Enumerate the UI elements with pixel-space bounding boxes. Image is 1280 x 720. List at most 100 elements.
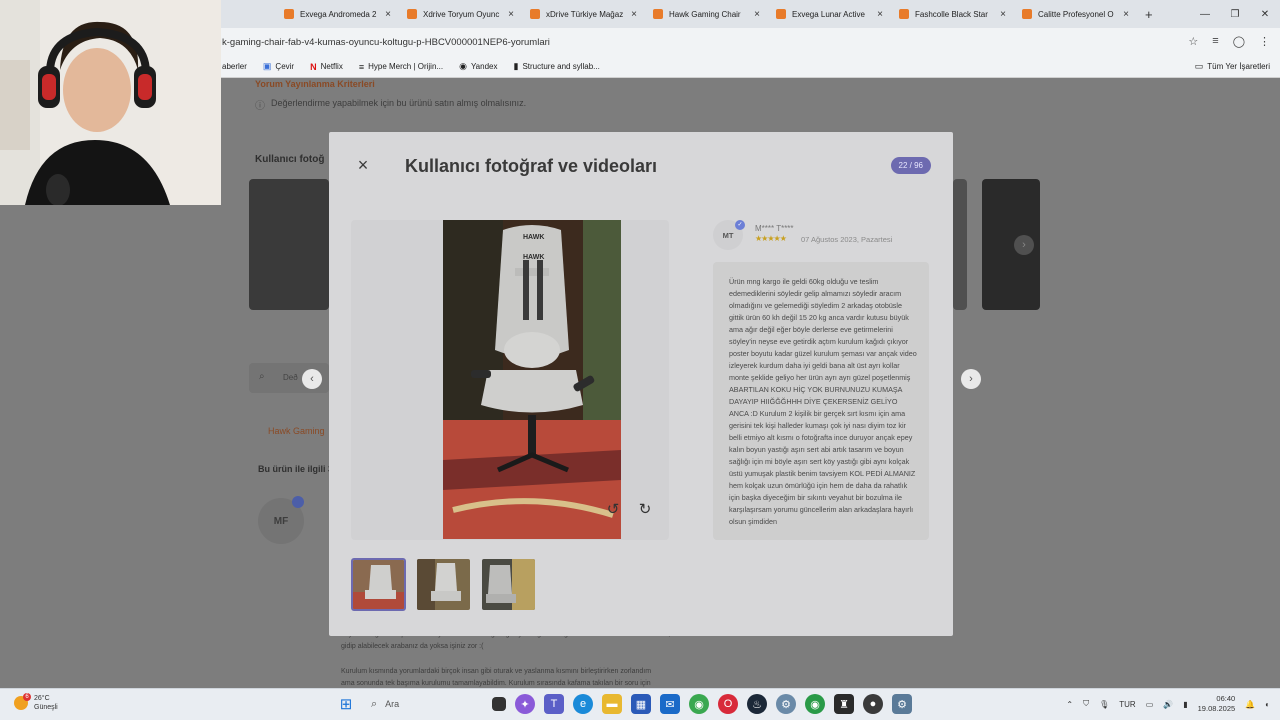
photo-brand-label: HAWK <box>523 254 545 261</box>
close-icon[interactable]: × <box>354 156 372 174</box>
gallery-next-icon[interactable]: › <box>1014 235 1034 255</box>
address-bar-actions: ☆ ≡ ◯ ⋮ <box>1188 35 1270 48</box>
reviewer-name: M**** T**** <box>755 224 794 233</box>
chevron-up-icon[interactable]: ⌃ <box>1066 700 1073 709</box>
hepsiburada-icon <box>1022 9 1032 19</box>
thumbnail-selected[interactable] <box>351 558 406 611</box>
bookmark-item[interactable]: aberler <box>222 62 247 71</box>
restore-icon[interactable]: ❐ <box>1220 9 1250 20</box>
close-tab-icon[interactable]: × <box>508 9 514 20</box>
thumbnail-image <box>482 559 535 610</box>
brand-chip[interactable]: Hawk Gaming <box>268 426 325 436</box>
photos-section-title: Kullanıcı fotoğ <box>255 154 325 165</box>
edge-icon[interactable]: e <box>573 694 593 714</box>
next-arrow-icon[interactable]: › <box>961 369 981 389</box>
clock-date: 19.08.2025 <box>1197 704 1236 713</box>
taskbar-search[interactable]: ⌕ Ara <box>365 693 483 715</box>
rotate-right-icon[interactable]: ↻ <box>637 502 653 518</box>
profile-icon[interactable]: ◯ <box>1233 35 1245 48</box>
recorder-icon[interactable]: ● <box>863 694 883 714</box>
weather-widget[interactable]: 6 26°C Güneşli <box>14 693 58 712</box>
review-text: Ürün mng kargo ile geldi 60kg olduğu ve … <box>729 277 917 526</box>
close-tab-icon[interactable]: × <box>631 9 637 20</box>
tab-6[interactable]: Exvega Lunar Active × <box>768 0 891 28</box>
start-icon[interactable]: ⊞ <box>336 694 356 714</box>
criteria-text: Değerlendirme yapabilmek için bu ürünü s… <box>271 98 527 108</box>
star-icon[interactable]: ☆ <box>1188 35 1198 48</box>
review-photo: HAWK HAWK <box>443 220 621 539</box>
microphone-icon[interactable]: 🎙 <box>1099 700 1109 709</box>
tab-4[interactable]: xDrive Türkiye Mağaz × <box>522 0 645 28</box>
store-icon[interactable]: ▦ <box>631 694 651 714</box>
opera-icon[interactable]: O <box>718 694 738 714</box>
search-placeholder: Ara <box>385 699 400 709</box>
bookmark-label: Structure and syllab... <box>522 62 600 71</box>
previous-arrow-icon[interactable]: ‹ <box>302 369 322 389</box>
security-icon[interactable]: ⛉ <box>1083 699 1089 709</box>
media-counter-badge: 22 / 96 <box>890 157 931 174</box>
mail-icon[interactable]: ✉ <box>660 694 680 714</box>
info-icon: ⓘ <box>255 101 265 112</box>
steam-icon[interactable]: ♨ <box>747 694 767 714</box>
tab-3[interactable]: Xdrive Toryum Oyunc × <box>399 0 522 28</box>
review-date: 07 Ağustos 2023, Pazartesi <box>801 235 893 244</box>
bookmark-item[interactable]: ▣ Çevir <box>263 61 294 72</box>
settings-gear-icon[interactable]: ⚙ <box>776 694 796 714</box>
review-text-line: gidip alabilecek arabanız da yoksa işini… <box>341 643 484 650</box>
bookmark-label: Çevir <box>275 62 295 71</box>
game-icon[interactable]: ♜ <box>834 694 854 714</box>
tab-label: xDrive Türkiye Mağaz <box>546 9 624 19</box>
new-tab-button[interactable]: + <box>1145 7 1153 22</box>
tab-2[interactable]: Exvega Andromeda 2 × <box>276 0 399 28</box>
settings-icon[interactable]: ⚙ <box>892 694 912 714</box>
tab-8[interactable]: Calitte Profesyonel O × <box>1014 0 1137 28</box>
copilot-tray-icon[interactable]: ◐ <box>1265 700 1270 709</box>
bookmark-item[interactable]: N Netflix <box>310 62 343 72</box>
bookmark-label: Hype Merch | Orijin... <box>368 62 444 71</box>
chrome-active-icon[interactable]: ◉ <box>805 694 825 714</box>
media-icon[interactable]: ≡ <box>1212 35 1218 48</box>
close-tab-icon[interactable]: × <box>1123 9 1129 20</box>
thumbnail[interactable] <box>416 558 471 611</box>
file-explorer-icon[interactable]: ▬ <box>602 694 622 714</box>
all-bookmarks-label: Tüm Yer İşaretleri <box>1207 62 1270 71</box>
verified-icon: ✓ <box>735 220 745 230</box>
tab-label: Xdrive Toryum Oyunc <box>423 9 500 19</box>
language-indicator[interactable]: TUR <box>1119 700 1135 709</box>
network-icon[interactable]: ▭ <box>1146 700 1154 709</box>
thumbnail-image <box>353 560 404 609</box>
notification-bell-icon[interactable]: 🔔 <box>1245 700 1255 709</box>
chrome-icon[interactable]: ◉ <box>689 694 709 714</box>
rotate-left-icon[interactable]: ↺ <box>605 502 621 518</box>
gallery-thumb[interactable] <box>249 179 329 310</box>
bookmark-item[interactable]: ≡ Hype Merch | Orijin... <box>359 62 443 72</box>
volume-icon[interactable]: 🔊 <box>1163 700 1173 709</box>
battery-icon[interactable]: ▮ <box>1183 700 1187 709</box>
all-bookmarks[interactable]: ▭ Tüm Yer İşaretleri <box>1195 61 1270 72</box>
gallery-thumb[interactable] <box>953 179 967 310</box>
taskbar-apps: ⊞ ⌕ Ara ✦ T e ▬ ▦ ✉ ◉ O ♨ ⚙ ◉ ♜ ● ⚙ <box>336 693 912 715</box>
tab-5[interactable]: Hawk Gaming Chair × <box>645 0 768 28</box>
menu-icon[interactable]: ⋮ <box>1259 35 1270 48</box>
system-tray: ⌃ ⛉ 🎙 TUR ▭ 🔊 ▮ 06:40 19.08.2025 🔔 ◐ <box>1066 694 1270 714</box>
teams-icon[interactable]: T <box>544 694 564 714</box>
hepsiburada-icon <box>284 9 294 19</box>
task-view-icon[interactable] <box>492 697 506 711</box>
close-tab-icon[interactable]: × <box>385 9 391 20</box>
yandex-icon: ◉ <box>459 61 467 71</box>
bookmark-item[interactable]: ◉ Yandex <box>459 61 497 72</box>
close-tab-icon[interactable]: × <box>877 9 883 20</box>
copilot-icon[interactable]: ✦ <box>515 694 535 714</box>
url-field[interactable]: k-gaming-chair-fab-v4-kumas-oyuncu-koltu… <box>222 37 550 48</box>
tab-label: Calitte Profesyonel O <box>1038 9 1114 19</box>
close-window-icon[interactable]: ✕ <box>1250 9 1280 20</box>
minimize-icon[interactable]: — <box>1190 9 1220 20</box>
bookmark-item[interactable]: ▮ Structure and syllab... <box>513 61 599 72</box>
thumbnail[interactable] <box>481 558 536 611</box>
tab-7[interactable]: Fashcolle Black Star × <box>891 0 1014 28</box>
close-tab-icon[interactable]: × <box>1000 9 1006 20</box>
clock[interactable]: 06:40 19.08.2025 <box>1198 694 1236 714</box>
bookmark-label: Yandex <box>470 62 498 71</box>
netflix-icon: N <box>310 61 317 72</box>
close-tab-icon[interactable]: × <box>754 9 760 20</box>
